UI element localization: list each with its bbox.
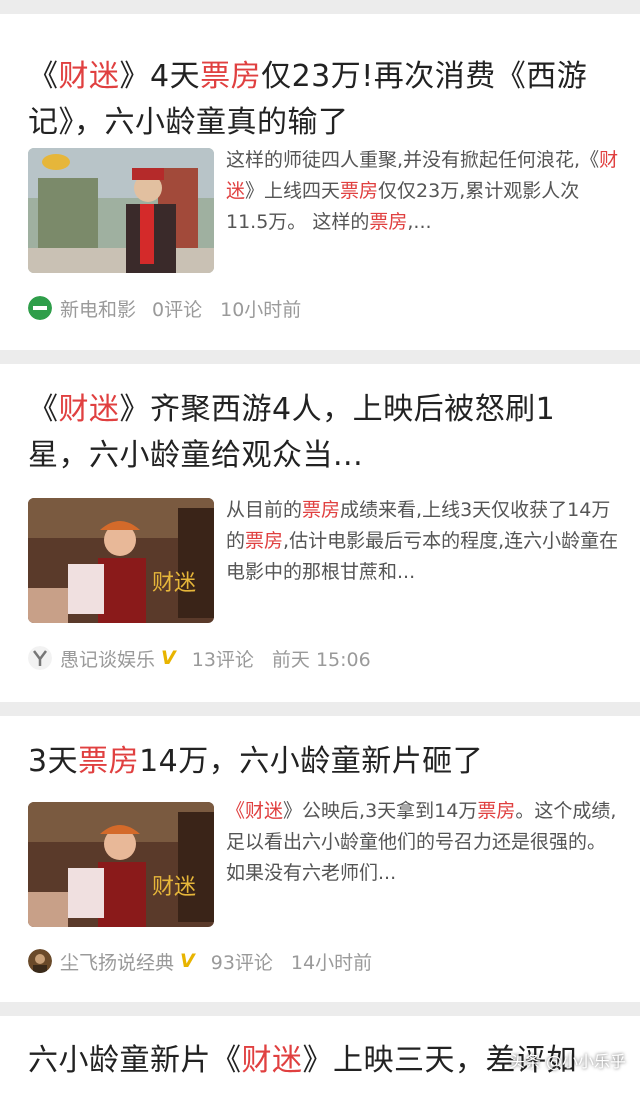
title-text: 《 [28, 59, 59, 94]
feed-gap [0, 0, 640, 14]
svg-text:财迷: 财迷 [152, 874, 196, 899]
snippet-highlight: 财迷 [245, 800, 284, 822]
news-feed: 《财迷》4天票房仅23万!再次消费《西游记》，六小龄童真的输了 这样的师徒四人重… [0, 0, 640, 1112]
feed-gap [0, 350, 640, 364]
article-card[interactable]: 《财迷》4天票房仅23万!再次消费《西游记》，六小龄童真的输了 这样的师徒四人重… [0, 14, 640, 350]
snippet-highlight: 票房 [245, 530, 284, 552]
article-title[interactable]: 《财迷》4天票房仅23万!再次消费《西游记》，六小龄童真的输了 [28, 54, 616, 146]
title-highlight: 财迷 [58, 59, 120, 94]
feed-gap [0, 702, 640, 716]
article-thumbnail[interactable]: 财迷 [28, 498, 214, 623]
feed-gap [0, 1002, 640, 1016]
article-thumbnail[interactable]: 财迷 [28, 802, 214, 927]
source-name[interactable]: 尘飞扬说经典 [60, 948, 174, 975]
source-name[interactable]: 愚记谈娱乐 [60, 645, 155, 672]
article-snippet[interactable]: 《财迷》公映后,3天拿到14万票房。这个成绩,足以看出六小龄童他们的号召力还是很… [226, 796, 620, 891]
photo-avatar-icon[interactable] [28, 949, 52, 973]
snippet-text: ,估计电影最后亏本的程度,连六小龄童在电影中的那根甘蔗和... [226, 530, 619, 583]
watermark: 头条 @小小乐乎 [508, 1052, 626, 1071]
snippet-highlight: 《 [226, 800, 246, 822]
article-meta: 愚记谈娱乐 V 13评论 前天 15:06 [28, 644, 371, 672]
article-title[interactable]: 《财迷》齐聚西游4人，上映后被怒刷1星，六小龄童给观众当... [28, 387, 616, 479]
title-highlight: 财迷 [58, 392, 120, 427]
snippet-highlight: 票房 [340, 180, 379, 202]
verified-badge: V [180, 950, 195, 972]
article-card[interactable]: 《财迷》齐聚西游4人，上映后被怒刷1星，六小龄童给观众当... 财迷 从目前的票… [0, 364, 640, 702]
title-highlight: 票房 [78, 744, 140, 779]
comment-count: 13评论 [191, 648, 254, 671]
article-title[interactable]: 3天票房14万，六小龄童新片砸了 [28, 739, 616, 785]
title-text: 六小龄童新片《 [28, 1043, 242, 1078]
article-meta: 尘飞扬说经典 V 93评论 14小时前 [28, 947, 372, 975]
article-snippet[interactable]: 这样的师徒四人重聚,并没有掀起任何浪花,《财迷》上线四天票房仅仅23万,累计观影… [226, 145, 620, 240]
y-logo-icon[interactable] [28, 646, 52, 670]
title-text: 14万，六小龄童新片砸了 [139, 744, 484, 779]
comment-count: 93评论 [210, 951, 273, 974]
article-snippet[interactable]: 从目前的票房成绩来看,上线3天仅收获了14万的票房,估计电影最后亏本的程度,连六… [226, 495, 620, 590]
publish-time: 14小时前 [290, 951, 373, 974]
snippet-highlight: 票房 [369, 211, 408, 233]
snippet-text: 》上线四天 [245, 180, 341, 202]
title-highlight: 票房 [200, 59, 262, 94]
title-highlight: 财迷 [241, 1043, 303, 1078]
svg-text:财迷: 财迷 [152, 570, 196, 595]
publish-time: 前天 15:06 [271, 648, 371, 671]
source-name[interactable]: 新电和影 [60, 295, 136, 322]
snippet-text: 从目前的 [226, 499, 303, 521]
article-thumbnail[interactable] [28, 148, 214, 273]
title-text: 《 [28, 392, 59, 427]
snippet-text: ,... [407, 211, 432, 233]
snippet-text: 这样的师徒四人重聚,并没有掀起任何浪花,《 [226, 149, 600, 171]
title-text: 》4天 [119, 59, 201, 94]
article-card[interactable]: 3天票房14万，六小龄童新片砸了 财迷 《财迷》公映后,3天拿到14万票房。这个… [0, 716, 640, 1002]
article-meta: 新电和影 0评论 10小时前 [28, 294, 301, 322]
snippet-highlight: 票房 [477, 800, 516, 822]
snippet-text: 》公映后,3天拿到14万 [283, 800, 478, 822]
comment-count: 0评论 [152, 298, 203, 321]
publish-time: 10小时前 [220, 298, 302, 321]
snippet-highlight: 票房 [302, 499, 341, 521]
verified-badge: V [161, 647, 176, 669]
title-text: 3天 [28, 744, 79, 779]
green-circle-logo-icon[interactable] [28, 296, 52, 320]
